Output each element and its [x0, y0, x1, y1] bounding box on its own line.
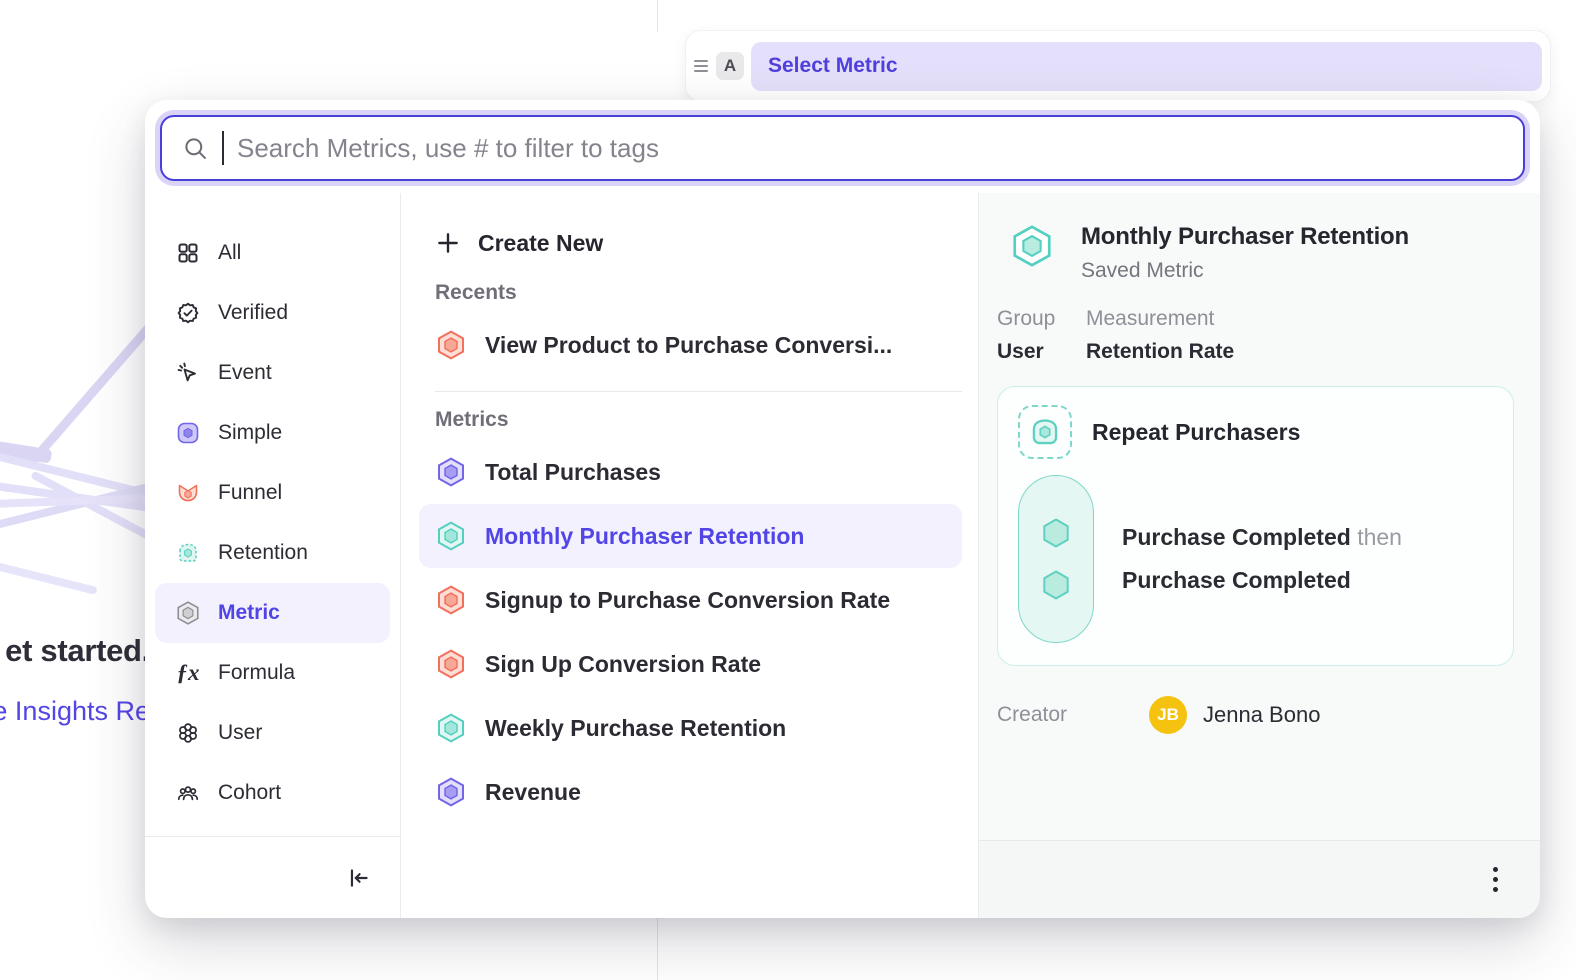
- detail-meta: Group User Measurement Retention Rate: [997, 307, 1514, 364]
- metric-hexagon-icon: [175, 600, 201, 626]
- measurement-label: Measurement: [1086, 307, 1234, 331]
- metric-row-label: Total Purchases: [485, 459, 661, 486]
- sidebar-item-label: Simple: [218, 421, 282, 445]
- funnel-icon: [175, 480, 201, 506]
- metric-icon: [435, 456, 467, 488]
- group-value: User: [997, 340, 1086, 364]
- sidebar-item-formula[interactable]: ƒx Formula: [155, 643, 390, 703]
- metric-detail-panel: Monthly Purchaser Retention Saved Metric…: [978, 193, 1540, 918]
- verified-badge-icon: [175, 300, 201, 326]
- sidebar-item-event[interactable]: Event: [155, 343, 390, 403]
- sidebar-item-user[interactable]: User: [155, 703, 390, 763]
- step-1-event: Purchase Completed: [1122, 524, 1351, 550]
- collapse-left-icon[interactable]: [346, 865, 372, 891]
- create-new-label: Create New: [478, 230, 603, 257]
- step-2-event: Purchase Completed: [1122, 567, 1351, 593]
- metric-row-label: Sign Up Conversion Rate: [485, 651, 761, 678]
- background-headline-fragment: et started.: [0, 633, 150, 677]
- step-connector: then: [1357, 524, 1402, 550]
- metric-row-label: Weekly Purchase Retention: [485, 715, 786, 742]
- row-label-badge: A: [716, 52, 744, 80]
- simple-metric-icon: [175, 420, 201, 446]
- metric-row-label: Revenue: [485, 779, 581, 806]
- search-icon: [182, 135, 209, 162]
- sidebar-item-funnel[interactable]: Funnel: [155, 463, 390, 523]
- sidebar-item-label: Cohort: [218, 781, 281, 805]
- measurement-value: Retention Rate: [1086, 340, 1234, 364]
- metric-row-label: Signup to Purchase Conversion Rate: [485, 587, 890, 614]
- sidebar-item-label: Formula: [218, 661, 295, 685]
- sidebar-item-label: All: [218, 241, 241, 265]
- sidebar-item-retention[interactable]: Retention: [155, 523, 390, 583]
- list-divider: [435, 391, 962, 392]
- creator-avatar: JB: [1149, 696, 1187, 734]
- sidebar-item-label: Retention: [218, 541, 308, 565]
- plus-icon: [435, 230, 461, 256]
- formula-fx-icon: ƒx: [175, 660, 201, 686]
- metric-row-signup-to-purchase-conversion[interactable]: Signup to Purchase Conversion Rate: [419, 568, 962, 632]
- metric-row-revenue[interactable]: Revenue: [419, 760, 962, 824]
- metric-icon: [435, 776, 467, 808]
- metric-list-panel: Create New Recents View Product to Purch…: [400, 193, 978, 918]
- create-new-button[interactable]: Create New: [435, 221, 962, 265]
- metric-row-total-purchases[interactable]: Total Purchases: [419, 440, 962, 504]
- metric-row-monthly-purchaser-retention[interactable]: Monthly Purchaser Retention: [419, 504, 962, 568]
- cohort-people-icon: [175, 780, 201, 806]
- event-hexagon-icon: [1038, 515, 1074, 551]
- sidebar-footer: [145, 836, 400, 918]
- sidebar-item-label: Metric: [218, 601, 280, 625]
- text-caret: [222, 131, 224, 165]
- sidebar-item-all[interactable]: All: [155, 223, 390, 283]
- retention-definition-card: Repeat Purchasers Purchase Completed: [997, 386, 1514, 666]
- metric-row-label: Monthly Purchaser Retention: [485, 523, 804, 550]
- retention-metric-icon: [435, 520, 467, 552]
- group-label: Group: [997, 307, 1086, 331]
- retention-cohort-icon: [1018, 405, 1072, 459]
- metric-row-view-product-to-purchase[interactable]: View Product to Purchase Conversi...: [419, 313, 962, 377]
- sidebar-item-label: User: [218, 721, 262, 745]
- sidebar-item-simple[interactable]: Simple: [155, 403, 390, 463]
- event-hexagon-icon: [1038, 567, 1074, 603]
- metric-row-sign-up-conversion-rate[interactable]: Sign Up Conversion Rate: [419, 632, 962, 696]
- event-sequence-capsule: [1018, 475, 1094, 643]
- section-label-recents: Recents: [435, 281, 962, 305]
- drag-handle-icon[interactable]: [694, 60, 708, 72]
- sidebar-item-label: Event: [218, 361, 272, 385]
- sidebar-item-metric[interactable]: Metric: [155, 583, 390, 643]
- metric-row-label: View Product to Purchase Conversi...: [485, 332, 892, 359]
- background-panel-divider: [657, 0, 658, 32]
- funnel-metric-icon: [435, 329, 467, 361]
- creator-row: Creator JB Jenna Bono: [997, 696, 1514, 734]
- more-options-icon[interactable]: [1493, 867, 1498, 892]
- saved-metric-icon: [1009, 223, 1055, 269]
- section-label-metrics: Metrics: [435, 408, 962, 432]
- sidebar-item-label: Verified: [218, 301, 288, 325]
- search-box[interactable]: [160, 115, 1525, 181]
- retention-icon: [175, 540, 201, 566]
- grid-icon: [175, 240, 201, 266]
- definition-title: Repeat Purchasers: [1092, 419, 1300, 446]
- funnel-metric-icon: [435, 584, 467, 616]
- sidebar-item-label: Funnel: [218, 481, 282, 505]
- metric-selector-popover: All Verified Event: [145, 100, 1540, 918]
- metric-row-weekly-purchase-retention[interactable]: Weekly Purchase Retention: [419, 696, 962, 760]
- creator-label: Creator: [997, 703, 1149, 727]
- retention-metric-icon: [435, 712, 467, 744]
- select-metric-label: Select Metric: [768, 54, 898, 78]
- cursor-click-icon: [175, 360, 201, 386]
- background-panel-divider: [657, 918, 658, 980]
- creator-name: Jenna Bono: [1203, 702, 1320, 728]
- select-metric-button[interactable]: Select Metric: [751, 42, 1542, 91]
- sidebar-item-verified[interactable]: Verified: [155, 283, 390, 343]
- user-cluster-icon: [175, 720, 201, 746]
- detail-footer: [979, 840, 1540, 918]
- sidebar-item-cohort[interactable]: Cohort: [155, 763, 390, 823]
- funnel-metric-icon: [435, 648, 467, 680]
- background-insights-link-fragment[interactable]: e Insights Re: [0, 696, 150, 734]
- type-filter-sidebar: All Verified Event: [145, 193, 400, 918]
- metric-row-bar: A Select Metric: [685, 30, 1551, 102]
- search-input[interactable]: [237, 133, 1503, 164]
- detail-title: Monthly Purchaser Retention: [1081, 223, 1409, 251]
- detail-subtitle: Saved Metric: [1081, 259, 1409, 283]
